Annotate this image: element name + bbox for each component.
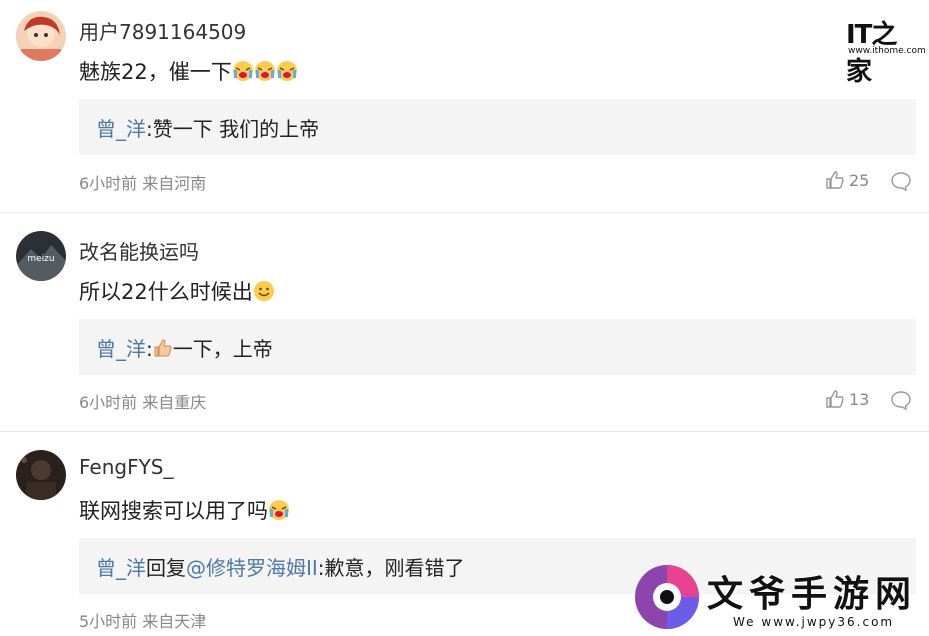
avatar[interactable]: meizu — [16, 231, 66, 281]
reply-box[interactable]: 曾_洋:赞一下 我们的上帝 — [79, 99, 916, 155]
reply-username[interactable]: 曾_洋 — [96, 337, 146, 361]
reply-icon[interactable] — [890, 170, 912, 192]
reply-action: 回复 — [146, 556, 186, 580]
avatar[interactable] — [16, 11, 66, 61]
site-watermark: 文爷手游网 We www.jwpy36.com — [633, 563, 923, 633]
reply-username[interactable]: 曾_洋 — [96, 117, 146, 141]
username[interactable]: 改名能换运吗 — [79, 236, 199, 265]
crying-face-emoji — [254, 60, 276, 87]
reply-text: 一下，上帝 — [172, 337, 273, 361]
comment-item: 用户7891164509 魅族22，催一下 曾_洋:赞一下 我们的上帝 6小时前… — [0, 0, 929, 213]
like-button[interactable]: 13 — [825, 389, 895, 411]
reply-icon[interactable] — [890, 389, 912, 411]
comment-meta: 6小时前 来自重庆 — [79, 393, 207, 412]
username[interactable]: 用户7891164509 — [79, 16, 246, 45]
avatar[interactable] — [16, 450, 66, 500]
watermark-url: We www.jwpy36.com — [733, 615, 895, 629]
comment-meta: 5小时前 来自天津 — [79, 612, 207, 631]
reply-text: 赞一下 我们的上帝 — [152, 117, 320, 141]
comment-content: 所以22什么时候出 — [79, 276, 275, 307]
reply-mention[interactable]: @修特罗海姆II — [186, 556, 318, 580]
thumbs-up-emoji — [153, 338, 173, 363]
like-button[interactable]: 25 — [825, 170, 895, 192]
crying-face-emoji — [268, 499, 290, 526]
like-count: 13 — [849, 390, 870, 409]
reply-box[interactable]: 曾_洋: 一下，上帝 — [79, 319, 916, 375]
watermark-title: 文爷手游网 — [707, 574, 918, 615]
crying-face-emoji — [232, 60, 254, 87]
comment-content: 魅族22，催一下 — [79, 56, 298, 87]
username[interactable]: FengFYS_ — [79, 455, 174, 479]
comment-meta: 6小时前 来自河南 — [79, 174, 207, 193]
thumbs-up-icon — [826, 390, 844, 408]
comment-item: meizu 改名能换运吗 所以22什么时候出 曾_洋: 一下，上帝 6小时前 来自… — [0, 213, 929, 432]
smile-emoji — [253, 280, 275, 307]
avatar-text: meizu — [27, 254, 54, 264]
comment-content: 联网搜索可以用了吗 — [79, 495, 290, 526]
watermark-logo — [633, 563, 701, 631]
like-count: 25 — [849, 171, 870, 190]
reply-username[interactable]: 曾_洋 — [96, 556, 146, 580]
crying-face-emoji — [276, 60, 298, 87]
reply-text: 歉意，刚看错了 — [324, 556, 465, 580]
thumbs-up-icon — [826, 171, 844, 189]
